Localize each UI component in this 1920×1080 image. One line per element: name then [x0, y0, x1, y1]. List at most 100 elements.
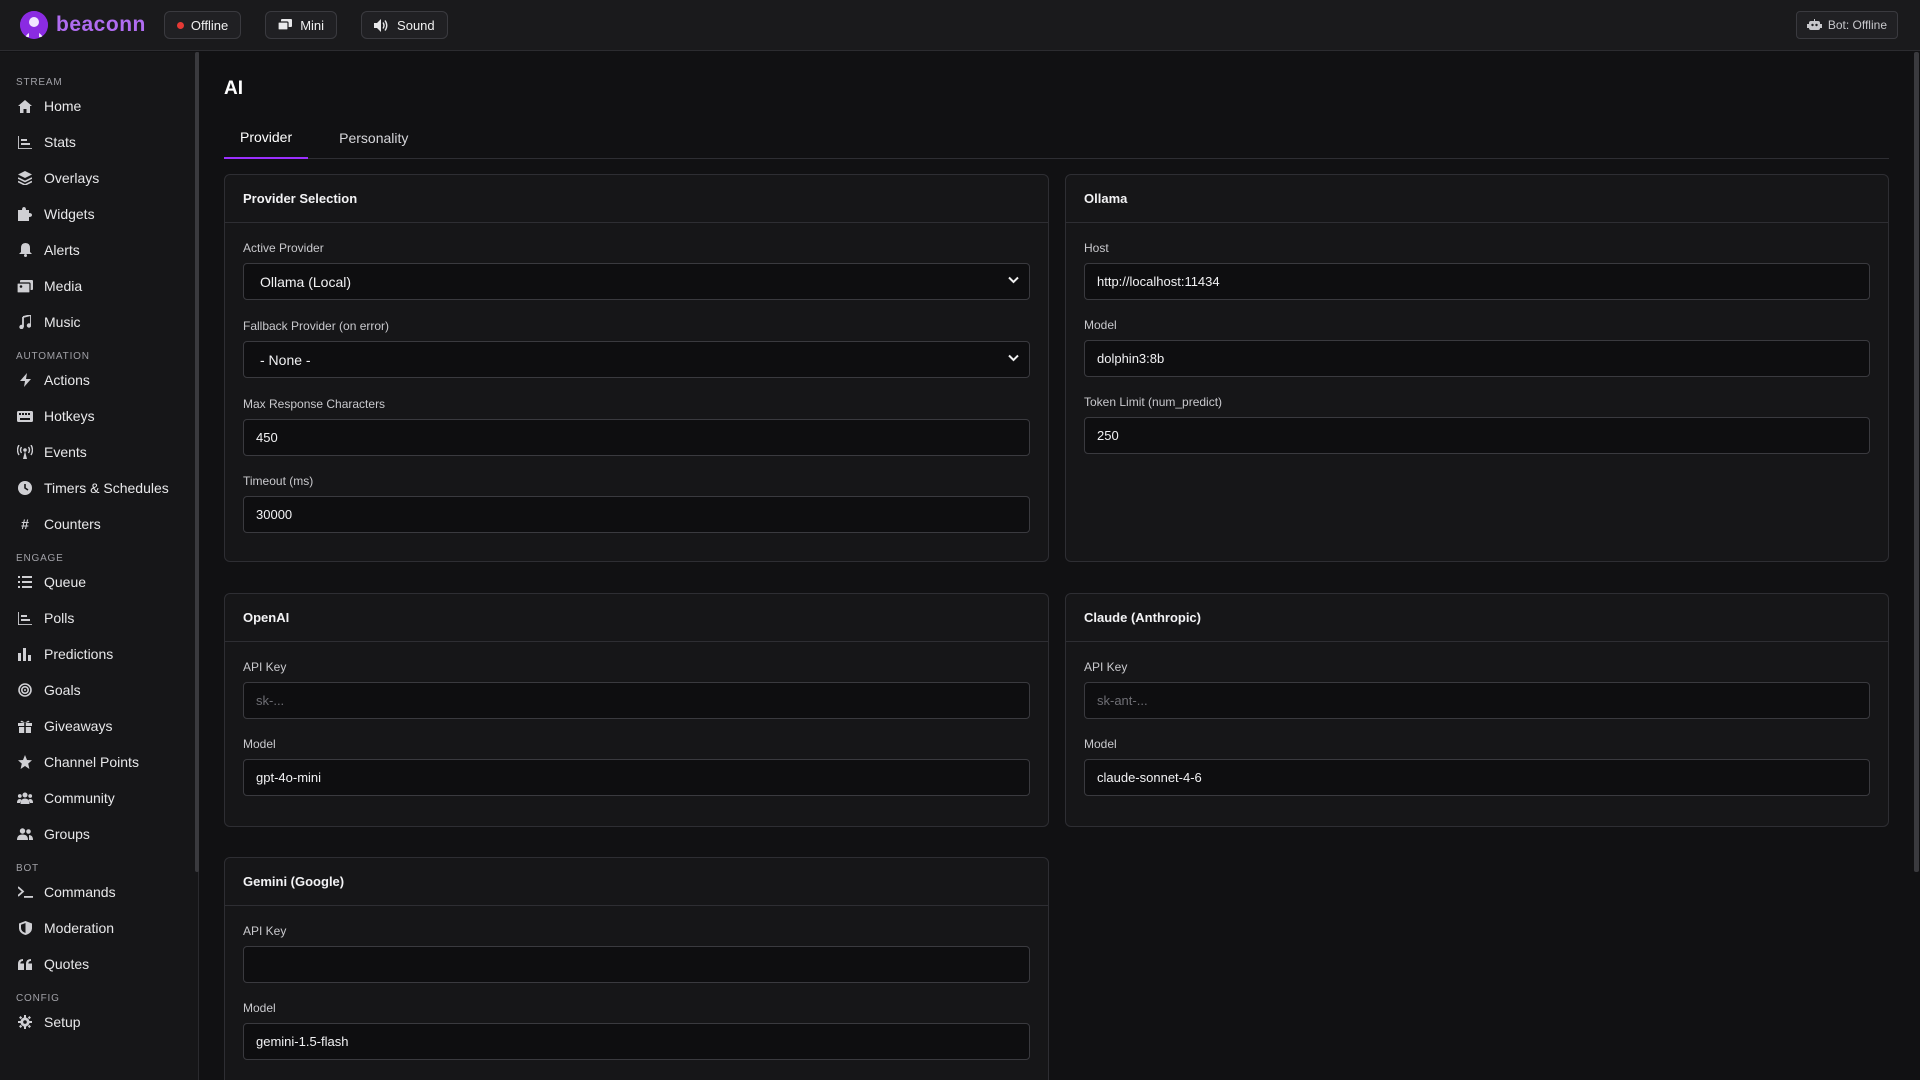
sidebar-item-commands[interactable]: Commands — [0, 874, 198, 910]
music-icon — [17, 314, 33, 330]
gemini-model-input[interactable]: gemini-1.5-flash — [243, 1023, 1030, 1060]
brand-name: beaconn — [56, 13, 146, 36]
sidebar-item-label: Alerts — [44, 242, 80, 258]
sidebar-item-timers[interactable]: Timers & Schedules — [0, 470, 198, 506]
sidebar-item-label: Goals — [44, 682, 81, 698]
sidebar-item-quotes[interactable]: Quotes — [0, 946, 198, 982]
clock-icon — [17, 480, 33, 496]
sidebar-item-hotkeys[interactable]: Hotkeys — [0, 398, 198, 434]
brand[interactable]: beaconn — [20, 11, 146, 39]
sidebar-item-goals[interactable]: Goals — [0, 672, 198, 708]
sidebar-section-engage: ENGAGE — [16, 553, 64, 564]
sidebar-item-widgets[interactable]: Widgets — [0, 196, 198, 232]
chevron-down-icon — [1008, 354, 1019, 362]
api-key-label: API Key — [243, 924, 287, 938]
sidebar-item-queue[interactable]: Queue — [0, 564, 198, 600]
hash-icon: # — [21, 516, 29, 532]
bot-status-label: Bot: Offline — [1827, 18, 1887, 32]
ollama-host-input[interactable]: http://localhost:11434 — [1084, 263, 1870, 300]
terminal-icon — [17, 884, 33, 900]
timeout-label: Timeout (ms) — [243, 474, 314, 488]
sidebar-item-events[interactable]: Events — [0, 434, 198, 470]
card-title: Provider Selection — [225, 175, 1048, 223]
sidebar-item-groups[interactable]: Groups — [0, 816, 198, 852]
sound-button[interactable]: Sound — [361, 11, 448, 39]
star-icon — [17, 754, 33, 770]
sidebar-item-overlays[interactable]: Overlays — [0, 160, 198, 196]
sidebar-item-label: Polls — [44, 610, 75, 626]
tab-personality[interactable]: Personality — [323, 117, 424, 159]
page-title: AI — [224, 78, 243, 99]
sidebar-item-label: Counters — [44, 516, 101, 532]
ollama-model-input[interactable]: dolphin3:8b — [1084, 340, 1870, 377]
sidebar-item-label: Setup — [44, 1014, 81, 1030]
shield-icon — [17, 920, 33, 936]
sidebar-item-label: Channel Points — [44, 754, 139, 770]
fallback-provider-value: - None - — [260, 351, 311, 368]
timeout-input[interactable]: 30000 — [243, 496, 1030, 533]
layers-icon — [17, 170, 33, 186]
sidebar-item-community[interactable]: Community — [0, 780, 198, 816]
sidebar-scrollbar[interactable] — [195, 52, 199, 872]
top-bar: beaconn Offline Mini Sound Bot: Offline — [0, 0, 1920, 51]
max-chars-input[interactable]: 450 — [243, 419, 1030, 456]
sidebar-item-home[interactable]: Home — [0, 88, 198, 124]
stats-icon — [17, 134, 33, 150]
provider-selection-card: Provider Selection Active Provider Ollam… — [224, 174, 1049, 562]
sidebar-item-actions[interactable]: Actions — [0, 362, 198, 398]
bot-status-button[interactable]: Bot: Offline — [1795, 11, 1898, 39]
poll-icon — [17, 610, 33, 626]
brand-logo-icon — [20, 11, 48, 39]
openai-api-key-input[interactable]: sk-... — [243, 682, 1030, 719]
keyboard-icon — [17, 408, 33, 424]
sidebar-item-stats[interactable]: Stats — [0, 124, 198, 160]
status-label: Offline — [190, 17, 229, 33]
gear-icon — [17, 1014, 33, 1030]
sidebar-item-label: Widgets — [44, 206, 95, 222]
claude-api-key-input[interactable]: sk-ant-... — [1084, 682, 1870, 719]
users-icon — [17, 826, 33, 842]
sidebar-item-label: Home — [44, 98, 82, 114]
tab-bar: Provider Personality — [224, 117, 1889, 159]
model-label: Model — [1084, 737, 1117, 751]
mini-button[interactable]: Mini — [265, 11, 338, 39]
claude-model-input[interactable]: claude-sonnet-4-6 — [1084, 759, 1870, 796]
status-button[interactable]: Offline — [163, 11, 242, 39]
sidebar-item-channel-points[interactable]: Channel Points — [0, 744, 198, 780]
sidebar-item-giveaways[interactable]: Giveaways — [0, 708, 198, 744]
page-scrollbar[interactable] — [1914, 52, 1919, 872]
community-icon — [17, 790, 33, 806]
sidebar-item-label: Giveaways — [44, 718, 113, 734]
ollama-card: Ollama Host http://localhost:11434 Model… — [1065, 174, 1889, 562]
sidebar-item-setup[interactable]: Setup — [0, 1004, 198, 1040]
sidebar-item-polls[interactable]: Polls — [0, 600, 198, 636]
sidebar-item-counters[interactable]: # Counters — [0, 506, 198, 542]
sidebar-item-label: Commands — [44, 884, 116, 900]
puzzle-icon — [17, 206, 33, 222]
offline-dot-icon — [176, 21, 184, 29]
gemini-api-key-input[interactable] — [243, 946, 1030, 983]
quote-icon — [17, 956, 33, 972]
sidebar-item-moderation[interactable]: Moderation — [0, 910, 198, 946]
sidebar-item-label: Hotkeys — [44, 408, 95, 424]
sidebar-item-alerts[interactable]: Alerts — [0, 232, 198, 268]
bolt-icon — [17, 372, 33, 388]
sidebar-item-music[interactable]: Music — [0, 304, 198, 340]
openai-model-input[interactable]: gpt-4o-mini — [243, 759, 1030, 796]
api-key-label: API Key — [1084, 660, 1128, 674]
tab-provider[interactable]: Provider — [224, 117, 309, 159]
sidebar-item-label: Queue — [44, 574, 87, 590]
fallback-provider-select[interactable]: - None - — [243, 341, 1030, 378]
sidebar-section-stream: STREAM — [16, 77, 63, 88]
sidebar-item-media[interactable]: Media — [0, 268, 198, 304]
sidebar-item-predictions[interactable]: Predictions — [0, 636, 198, 672]
openai-card: OpenAI API Key sk-... Model gpt-4o-mini — [224, 593, 1049, 827]
token-limit-input[interactable]: 250 — [1084, 417, 1870, 454]
host-label: Host — [1084, 241, 1109, 255]
list-icon — [17, 574, 33, 590]
sidebar-section-config: CONFIG — [16, 993, 60, 1004]
volume-icon — [374, 18, 388, 32]
active-provider-select[interactable]: Ollama (Local) — [243, 263, 1030, 300]
card-title: Claude (Anthropic) — [1066, 594, 1888, 642]
sidebar-item-label: Actions — [44, 372, 90, 388]
